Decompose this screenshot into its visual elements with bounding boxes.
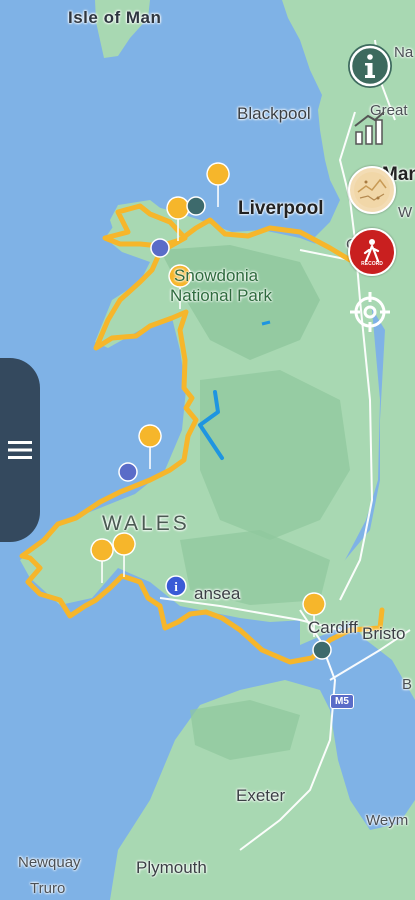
label-snowdonia: Snowdonia <box>174 266 259 285</box>
road-shield-m5: M5 <box>330 694 354 709</box>
crosshair-icon <box>350 292 390 332</box>
elevation-button[interactable] <box>348 106 392 150</box>
label-na-partial: Na <box>394 44 414 61</box>
poi-marker-cardigan <box>118 462 138 482</box>
label-weymouth: Weym <box>366 812 409 829</box>
elevation-chart-icon <box>354 111 385 145</box>
record-label: RECORD <box>361 261 383 267</box>
label-wales: WALES <box>102 512 190 535</box>
secondary-route-fragment <box>261 320 271 326</box>
info-button[interactable] <box>348 44 392 88</box>
label-truro: Truro <box>30 880 66 897</box>
label-liverpool: Liverpool <box>238 198 324 219</box>
locate-button[interactable] <box>348 290 392 334</box>
map-layer-button[interactable] <box>348 166 396 214</box>
record-button[interactable]: RECORD <box>348 228 396 276</box>
label-cardiff: Cardiff <box>308 618 358 637</box>
poi-marker-cardiff <box>312 640 332 660</box>
info-icon <box>349 45 391 87</box>
label-b-partial: B <box>402 676 413 693</box>
label-newquay: Newquay <box>18 854 81 871</box>
hamburger-menu-icon <box>8 441 32 459</box>
svg-text:i: i <box>174 579 178 594</box>
label-exeter: Exeter <box>236 786 286 805</box>
label-blackpool: Blackpool <box>237 104 311 123</box>
poi-marker-liverpool <box>186 196 206 216</box>
label-bristol: Bristo <box>362 624 406 643</box>
label-plymouth: Plymouth <box>136 858 207 877</box>
map-thumbnail-icon <box>354 172 390 208</box>
poi-marker-anglesey <box>150 238 170 258</box>
label-swansea: ansea <box>194 584 241 603</box>
label-national-park: National Park <box>170 286 273 305</box>
label-isle-of-man: Isle of Man <box>68 8 162 27</box>
drawer-toggle-button[interactable] <box>0 358 40 542</box>
label-w-partial: W <box>398 204 413 221</box>
